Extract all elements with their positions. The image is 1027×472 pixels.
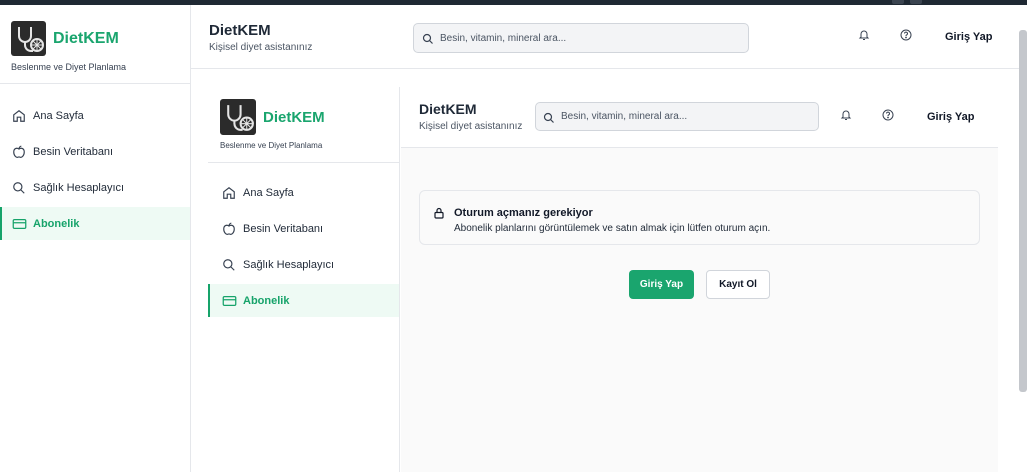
- notification-button[interactable]: [836, 107, 856, 127]
- brand-block: DietKEM Beslenme ve Diyet Planlama: [0, 5, 190, 84]
- search-input[interactable]: [561, 111, 811, 122]
- page-title: DietKEM: [209, 22, 271, 39]
- scrollbar[interactable]: [1019, 30, 1027, 392]
- sidebar-item-label: Abonelik: [33, 217, 80, 230]
- brand-name[interactable]: DietKEM: [53, 30, 119, 48]
- search-input[interactable]: [440, 32, 730, 44]
- sidebar-item-health-calculator[interactable]: Sağlık Hesaplayıcı: [208, 248, 399, 281]
- login-button[interactable]: Giriş Yap: [629, 270, 694, 299]
- lock-icon: [433, 206, 445, 219]
- search-bar[interactable]: [535, 102, 819, 131]
- sidebar-item-label: Abonelik: [243, 294, 290, 307]
- sidebar-item-label: Sağlık Hesaplayıcı: [243, 258, 335, 271]
- page-subtitle: Kişisel diyet asistanınız: [419, 121, 523, 132]
- sidebar-item-home[interactable]: Ana Sayfa: [208, 176, 399, 209]
- credit-card-icon: [221, 293, 237, 309]
- sidebar-item-subscription[interactable]: Abonelik: [0, 207, 190, 240]
- embedded-sidebar: DietKEM Beslenme ve Diyet Planlama Ana S…: [208, 87, 400, 472]
- alert-title: Oturum açmanız gerekiyor: [454, 207, 593, 219]
- search-icon: [543, 111, 555, 123]
- window-control-icon: [892, 0, 904, 4]
- embedded-main: DietKEM Kişisel diyet asistanınız Giriş …: [401, 87, 998, 472]
- apple-icon: [221, 221, 237, 237]
- bell-icon: [858, 28, 870, 46]
- home-icon: [221, 185, 237, 201]
- brand-tagline: Beslenme ve Diyet Planlama: [11, 62, 127, 72]
- help-button[interactable]: [896, 27, 916, 47]
- brand-name[interactable]: DietKEM: [263, 109, 325, 126]
- sidebar: DietKEM Beslenme ve Diyet Planlama Ana S…: [0, 5, 191, 472]
- embedded-app-view: DietKEM Beslenme ve Diyet Planlama Ana S…: [208, 87, 998, 472]
- home-icon: [11, 108, 27, 124]
- sidebar-item-label: Sağlık Hesaplayıcı: [33, 181, 125, 194]
- login-required-alert: Oturum açmanız gerekiyor Abonelik planla…: [419, 190, 980, 245]
- register-button[interactable]: Kayıt Ol: [706, 270, 770, 299]
- apple-icon: [11, 144, 27, 160]
- sidebar-item-label: Besin Veritabanı: [33, 145, 114, 158]
- sidebar-item-subscription[interactable]: Abonelik: [208, 284, 399, 317]
- question-circle-icon: [882, 108, 894, 126]
- search-icon: [11, 180, 27, 196]
- brand-tagline: Beslenme ve Diyet Planlama: [220, 141, 323, 150]
- sidebar-item-health-calculator[interactable]: Sağlık Hesaplayıcı: [0, 171, 190, 204]
- embedded-brand-block: DietKEM Beslenme ve Diyet Planlama: [208, 87, 399, 163]
- credit-card-icon: [11, 216, 27, 232]
- stethoscope-logo-icon: [11, 21, 46, 56]
- bell-icon: [840, 108, 852, 126]
- embedded-header: DietKEM Kişisel diyet asistanınız Giriş …: [401, 87, 998, 148]
- sidebar-nav: Ana Sayfa Besin Veritabanı Sağlık Hesapl…: [0, 84, 190, 240]
- sidebar-item-food-database[interactable]: Besin Veritabanı: [208, 212, 399, 245]
- alert-description: Abonelik planlarını görüntülemek ve satı…: [454, 223, 771, 234]
- sidebar-item-label: Besin Veritabanı: [243, 222, 324, 235]
- window-control-icon: [910, 0, 922, 4]
- page-subtitle: Kişisel diyet asistanınız: [209, 42, 313, 53]
- login-button[interactable]: Giriş Yap: [927, 111, 975, 123]
- search-bar[interactable]: [413, 23, 749, 53]
- sidebar-item-home[interactable]: Ana Sayfa: [0, 99, 190, 132]
- top-header: DietKEM Kişisel diyet asistanınız Giriş …: [191, 5, 1027, 69]
- embedded-sidebar-nav: Ana Sayfa Besin Veritabanı Sağlık Hesapl…: [208, 163, 399, 317]
- notification-button[interactable]: [854, 27, 874, 47]
- search-icon: [221, 257, 237, 273]
- question-circle-icon: [900, 28, 912, 46]
- help-button[interactable]: [878, 107, 898, 127]
- sidebar-item-label: Ana Sayfa: [243, 186, 294, 199]
- stethoscope-logo-icon: [220, 99, 256, 135]
- sidebar-item-food-database[interactable]: Besin Veritabanı: [0, 135, 190, 168]
- page-title: DietKEM: [419, 101, 477, 117]
- sidebar-item-label: Ana Sayfa: [33, 109, 84, 122]
- search-icon: [422, 32, 434, 44]
- login-button[interactable]: Giriş Yap: [945, 31, 993, 43]
